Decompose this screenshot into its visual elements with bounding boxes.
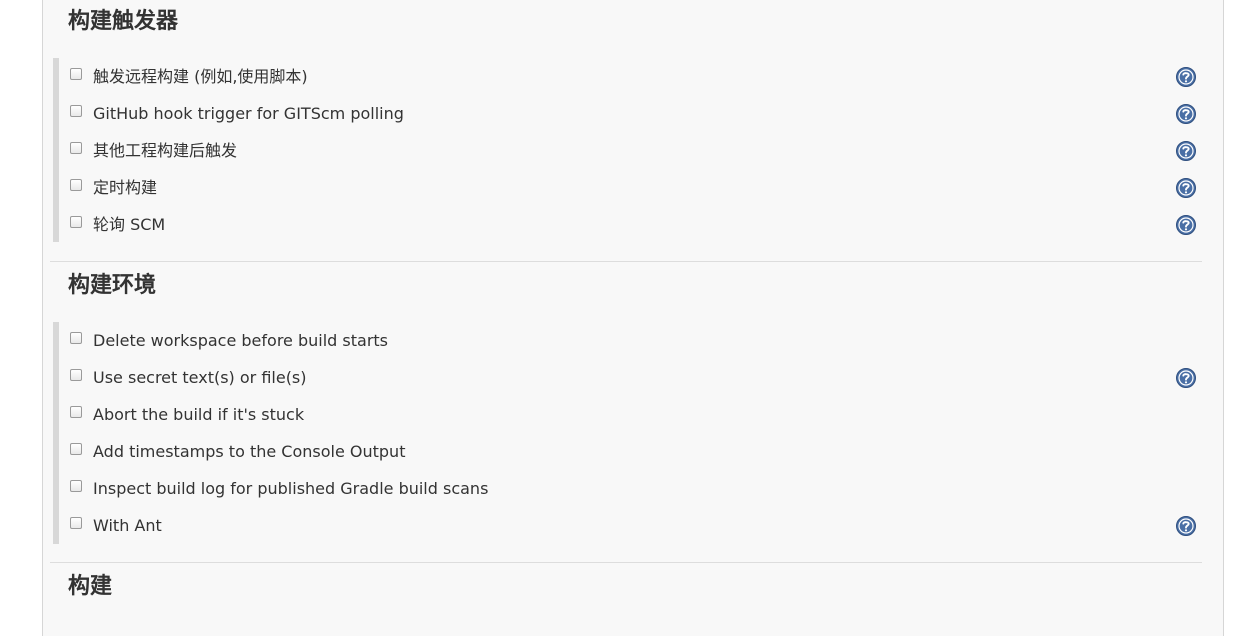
- section-title-build: 构建: [68, 574, 113, 599]
- triggers-group-bar: [53, 58, 59, 242]
- trigger-poll-scm-label[interactable]: 轮询 SCM: [93, 213, 165, 237]
- env-with-ant-checkbox[interactable]: [70, 517, 82, 529]
- env-secret-text-label[interactable]: Use secret text(s) or file(s): [93, 366, 307, 390]
- env-timestamps-row: Add timestamps to the Console Output: [70, 440, 1200, 464]
- env-gradle-scans-checkbox[interactable]: [70, 480, 82, 492]
- trigger-github-hook-checkbox[interactable]: [70, 105, 82, 117]
- env-with-ant-row: With Ant: [70, 514, 1200, 538]
- env-abort-stuck-checkbox[interactable]: [70, 406, 82, 418]
- env-with-ant-label[interactable]: With Ant: [93, 514, 162, 538]
- trigger-after-other-projects-checkbox[interactable]: [70, 142, 82, 154]
- env-delete-workspace-row: Delete workspace before build starts: [70, 329, 1200, 353]
- trigger-after-other-projects-label[interactable]: 其他工程构建后触发: [93, 139, 237, 163]
- env-delete-workspace-label[interactable]: Delete workspace before build starts: [93, 329, 388, 353]
- trigger-remote-build-label[interactable]: 触发远程构建 (例如,使用脚本): [93, 65, 308, 89]
- env-secret-text-row: Use secret text(s) or file(s): [70, 366, 1200, 390]
- help-icon[interactable]: [1175, 140, 1197, 162]
- help-icon[interactable]: [1175, 367, 1197, 389]
- help-icon[interactable]: [1175, 515, 1197, 537]
- section-divider: [50, 562, 1202, 563]
- env-gradle-scans-label[interactable]: Inspect build log for published Gradle b…: [93, 477, 488, 501]
- help-icon[interactable]: [1175, 177, 1197, 199]
- trigger-periodic-build-label[interactable]: 定时构建: [93, 176, 157, 200]
- trigger-periodic-build-row: 定时构建: [70, 176, 1200, 200]
- trigger-remote-build-row: 触发远程构建 (例如,使用脚本): [70, 65, 1200, 89]
- environment-group-bar: [53, 322, 59, 544]
- env-gradle-scans-row: Inspect build log for published Gradle b…: [70, 477, 1200, 501]
- trigger-after-other-projects-row: 其他工程构建后触发: [70, 139, 1200, 163]
- section-divider: [50, 261, 1202, 262]
- trigger-periodic-build-checkbox[interactable]: [70, 179, 82, 191]
- trigger-poll-scm-row: 轮询 SCM: [70, 213, 1200, 237]
- help-icon[interactable]: [1175, 103, 1197, 125]
- trigger-github-hook-label[interactable]: GitHub hook trigger for GITScm polling: [93, 102, 404, 126]
- env-secret-text-checkbox[interactable]: [70, 369, 82, 381]
- help-icon[interactable]: [1175, 214, 1197, 236]
- env-timestamps-checkbox[interactable]: [70, 443, 82, 455]
- config-panel: [42, 0, 1224, 636]
- section-title-build-triggers: 构建触发器: [68, 9, 179, 34]
- section-title-build-environment: 构建环境: [68, 273, 157, 298]
- env-delete-workspace-checkbox[interactable]: [70, 332, 82, 344]
- trigger-poll-scm-checkbox[interactable]: [70, 216, 82, 228]
- env-timestamps-label[interactable]: Add timestamps to the Console Output: [93, 440, 405, 464]
- env-abort-stuck-row: Abort the build if it's stuck: [70, 403, 1200, 427]
- env-abort-stuck-label[interactable]: Abort the build if it's stuck: [93, 403, 304, 427]
- help-icon[interactable]: [1175, 66, 1197, 88]
- trigger-remote-build-checkbox[interactable]: [70, 68, 82, 80]
- trigger-github-hook-row: GitHub hook trigger for GITScm polling: [70, 102, 1200, 126]
